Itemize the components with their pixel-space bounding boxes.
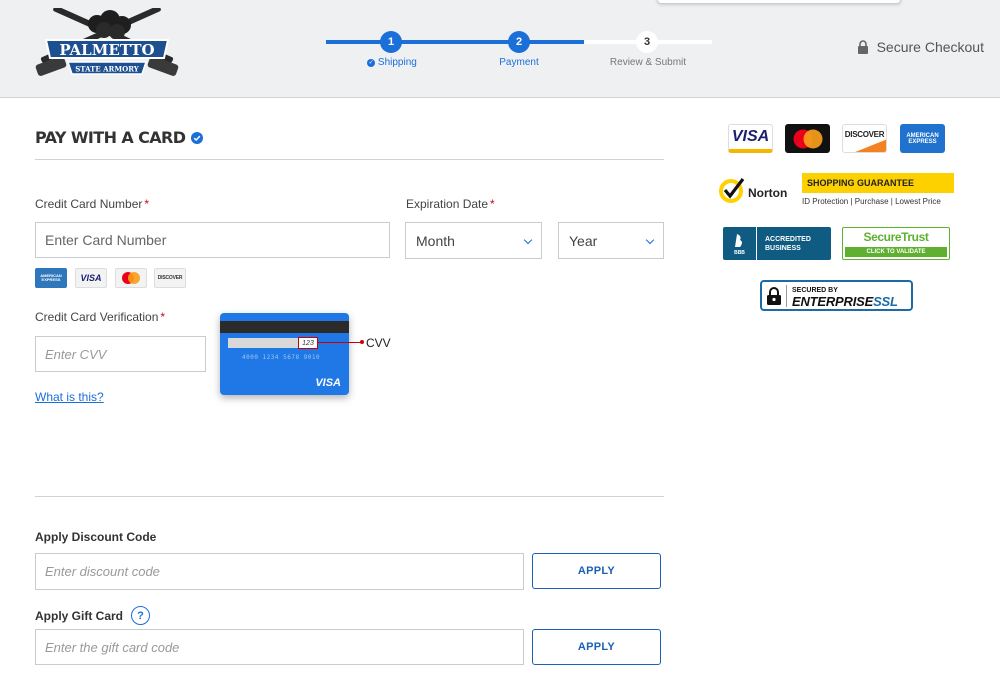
step-payment-dot[interactable]: 2 <box>508 31 530 53</box>
discover-logo: DISCOVER <box>842 124 887 153</box>
page-title: PAY WITH A CARD <box>35 128 204 147</box>
gift-card-label: Apply Gift Card ? <box>35 606 151 625</box>
gift-card-input[interactable]: Enter the gift card code <box>35 629 524 665</box>
card-number-input[interactable]: Enter Card Number <box>35 222 390 258</box>
checkout-progress: 1 ✓ Shipping 2 Payment 3 Review & Submit <box>320 26 720 76</box>
verified-check-icon <box>191 131 204 144</box>
cvv-pointer-line <box>318 340 364 344</box>
norton-name: Norton <box>748 186 788 200</box>
essl-line3: SSL <box>873 293 898 309</box>
visa-card-icon: VISA <box>75 268 107 288</box>
norton-subtitle: ID Protection | Purchase | Lowest Price <box>802 197 941 206</box>
palmetto-state-armory-logo[interactable]: PALMETTO STATE ARMORY <box>32 5 182 86</box>
norton-headline: SHOPPING GUARANTEE <box>802 173 954 193</box>
bbb-line1: ACCREDITED <box>765 235 811 243</box>
progress-line-complete <box>326 40 584 44</box>
essl-line2: ENTERPRISE <box>792 293 874 309</box>
cvv-input[interactable]: Enter CVV <box>35 336 206 372</box>
card-number-mirror: 4000 1234 5678 9010 <box>242 354 321 361</box>
secure-checkout: Secure Checkout <box>857 39 984 55</box>
discount-code-label: Apply Discount Code <box>35 530 157 544</box>
visa-brand-mark: VISA <box>315 377 341 389</box>
magnetic-strip <box>220 321 349 333</box>
cvv-digits: 123 <box>298 337 318 349</box>
step-review-dot: 3 <box>636 31 658 53</box>
divider <box>35 496 664 497</box>
securetrust-badge[interactable]: SecureTrust CLICK TO VALIDATE <box>842 227 950 260</box>
enterprise-ssl-badge[interactable]: SECURED BY ENTERPRISESSL <box>760 280 913 311</box>
cvv-label: Credit Card Verification * <box>35 310 166 324</box>
year-select[interactable]: Year <box>558 222 664 259</box>
month-select[interactable]: Month <box>405 222 542 259</box>
secure-checkout-text: Secure Checkout <box>876 39 984 55</box>
bbb-accredited-badge[interactable]: BBB ACCREDITED BUSINESS <box>723 227 831 260</box>
step-shipping-label[interactable]: ✓ Shipping <box>364 57 420 68</box>
help-question-icon[interactable]: ? <box>131 606 151 625</box>
amex-logo: AMERICAN EXPRESS <box>900 124 945 153</box>
bbb-torch-icon: BBB <box>723 227 757 260</box>
divider <box>35 159 664 160</box>
check-circle-icon: ✓ <box>367 59 376 67</box>
card-back-illustration: 123 4000 1234 5678 9010 VISA <box>220 313 349 395</box>
mastercard-icon <box>115 268 147 288</box>
discount-code-input[interactable]: Enter discount code <box>35 553 524 590</box>
securetrust-cta: CLICK TO VALIDATE <box>845 247 947 257</box>
what-is-this-link[interactable]: What is this? <box>35 390 104 404</box>
chevron-down-icon <box>645 235 655 245</box>
card-number-label: Credit Card Number * <box>35 197 150 211</box>
chevron-down-icon <box>523 235 533 245</box>
padlock-icon <box>762 282 786 309</box>
visa-logo: VISA <box>728 124 773 153</box>
svg-text:PALMETTO: PALMETTO <box>59 41 154 59</box>
lock-icon <box>857 40 868 54</box>
securetrust-name: SecureTrust <box>863 230 929 244</box>
apply-discount-button[interactable]: APPLY <box>532 553 661 589</box>
mastercard-logo <box>785 124 830 153</box>
norton-check-icon <box>719 178 745 203</box>
apply-gift-card-button[interactable]: APPLY <box>532 629 661 665</box>
step-shipping-dot[interactable]: 1 <box>380 31 402 53</box>
signature-strip <box>228 338 300 348</box>
norton-shopping-guarantee-badge[interactable]: Norton SHOPPING GUARANTEE ID Protection … <box>717 173 957 209</box>
header-dropdown-panel <box>657 0 901 4</box>
bbb-line2: BUSINESS <box>765 244 801 252</box>
svg-text:STATE ARMORY: STATE ARMORY <box>75 65 140 74</box>
checkout-header: PALMETTO STATE ARMORY 1 ✓ Shipping 2 Pay… <box>0 0 1000 98</box>
step-review-label: Review & Submit <box>609 57 687 68</box>
step-payment-label[interactable]: Payment <box>492 57 546 68</box>
discover-card-icon: DISCOVER <box>154 268 186 288</box>
expiration-date-label: Expiration Date * <box>406 197 495 211</box>
amex-card-icon: AMERICAN EXPRESS <box>35 268 67 288</box>
cvv-callout-label: CVV <box>366 336 391 350</box>
